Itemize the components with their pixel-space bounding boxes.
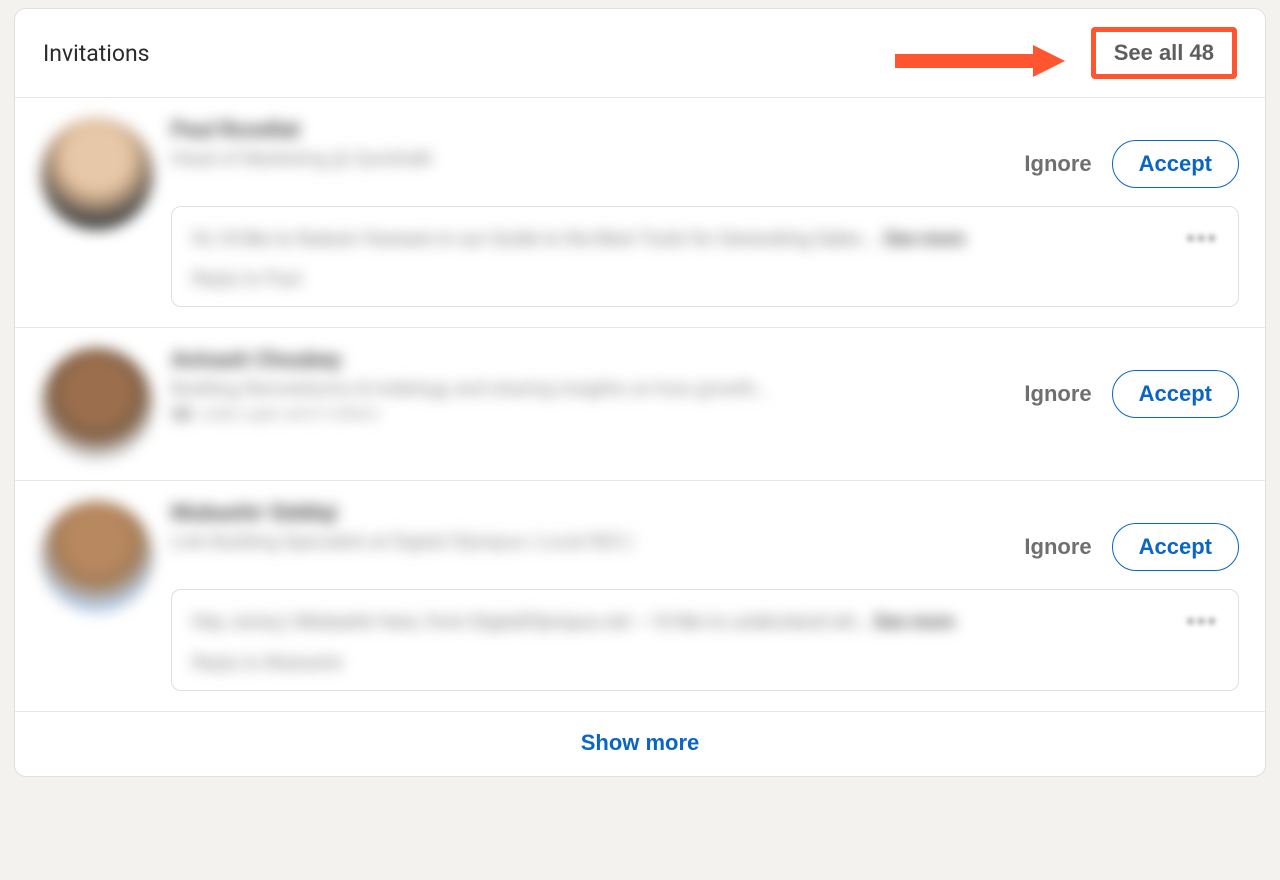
message-line: Hi, I'd like to feature Yesware in our G…	[192, 223, 1172, 255]
highlight-arrow-icon	[895, 43, 1065, 79]
invitation-info: Mubashir Siddiqi Link Building Specialis…	[171, 501, 1024, 557]
accept-button[interactable]: Accept	[1112, 370, 1239, 418]
mutual-connections[interactable]: Judy Lujan and 3 others	[171, 404, 1024, 424]
invitation-actions: Ignore Accept	[1024, 348, 1239, 418]
inviter-headline: Building Remotetoms & Indielogy and shar…	[171, 377, 1024, 400]
avatar[interactable]	[41, 348, 153, 460]
inviter-name[interactable]: Paul Rovellat	[171, 118, 1024, 143]
card-header: Invitations See all 48	[15, 9, 1265, 98]
avatar[interactable]	[41, 501, 153, 613]
more-options-icon[interactable]: •••	[1186, 223, 1218, 253]
see-more-link[interactable]: See more	[874, 610, 955, 633]
invitations-card: Invitations See all 48 Paul Rovellat Hea…	[14, 8, 1266, 777]
see-more-link[interactable]: See more	[884, 227, 965, 250]
invitation-body: Avinash Choubey Building Remotetoms & In…	[171, 348, 1239, 460]
invitation-body: Paul Rovellat Head of Marketing @ Quickt…	[171, 118, 1239, 307]
message-box: Hi, I'd like to feature Yesware in our G…	[171, 206, 1239, 307]
message-preview: Hi, I'd like to feature Yesware in our G…	[192, 227, 879, 250]
inviter-name[interactable]: Mubashir Siddiqi	[171, 501, 1024, 526]
message-text: Hey Jonny:) Mubashir here, from DigitalO…	[192, 606, 1172, 673]
invitation-row: Avinash Choubey Building Remotetoms & In…	[15, 328, 1265, 481]
invitation-top: Paul Rovellat Head of Marketing @ Quickt…	[171, 118, 1239, 188]
accept-button[interactable]: Accept	[1112, 523, 1239, 571]
invitation-actions: Ignore Accept	[1024, 118, 1239, 188]
inviter-name[interactable]: Avinash Choubey	[171, 348, 1024, 373]
reply-link[interactable]: Reply to Mubashir	[192, 651, 1172, 674]
avatar[interactable]	[41, 118, 153, 230]
ignore-button[interactable]: Ignore	[1024, 381, 1091, 407]
invitation-row: Paul Rovellat Head of Marketing @ Quickt…	[15, 98, 1265, 328]
inviter-headline: Link Building Specialist at Digital Olym…	[171, 530, 1024, 553]
invitation-body: Mubashir Siddiqi Link Building Specialis…	[171, 501, 1239, 690]
invitation-top: Avinash Choubey Building Remotetoms & In…	[171, 348, 1239, 424]
inviter-headline: Head of Marketing @ Quicktalk	[171, 147, 1024, 170]
invitation-top: Mubashir Siddiqi Link Building Specialis…	[171, 501, 1239, 571]
message-line: Hey Jonny:) Mubashir here, from DigitalO…	[192, 606, 1172, 638]
ignore-button[interactable]: Ignore	[1024, 534, 1091, 560]
message-text: Hi, I'd like to feature Yesware in our G…	[192, 223, 1172, 290]
show-more-button[interactable]: Show more	[581, 730, 700, 756]
invitation-actions: Ignore Accept	[1024, 501, 1239, 571]
invitation-row: Mubashir Siddiqi Link Building Specialis…	[15, 481, 1265, 711]
reply-link[interactable]: Reply to Paul	[192, 267, 1172, 290]
card-title: Invitations	[43, 40, 150, 67]
card-footer: Show more	[15, 712, 1265, 776]
mutual-icon	[171, 407, 193, 421]
accept-button[interactable]: Accept	[1112, 140, 1239, 188]
invitation-info: Paul Rovellat Head of Marketing @ Quickt…	[171, 118, 1024, 174]
ignore-button[interactable]: Ignore	[1024, 151, 1091, 177]
message-box: Hey Jonny:) Mubashir here, from DigitalO…	[171, 589, 1239, 690]
mutual-text: Judy Lujan and 3 others	[199, 404, 379, 424]
more-options-icon[interactable]: •••	[1186, 606, 1218, 636]
invitation-info: Avinash Choubey Building Remotetoms & In…	[171, 348, 1024, 424]
message-preview: Hey Jonny:) Mubashir here, from DigitalO…	[192, 610, 869, 633]
see-all-link[interactable]: See all 48	[1091, 27, 1237, 79]
